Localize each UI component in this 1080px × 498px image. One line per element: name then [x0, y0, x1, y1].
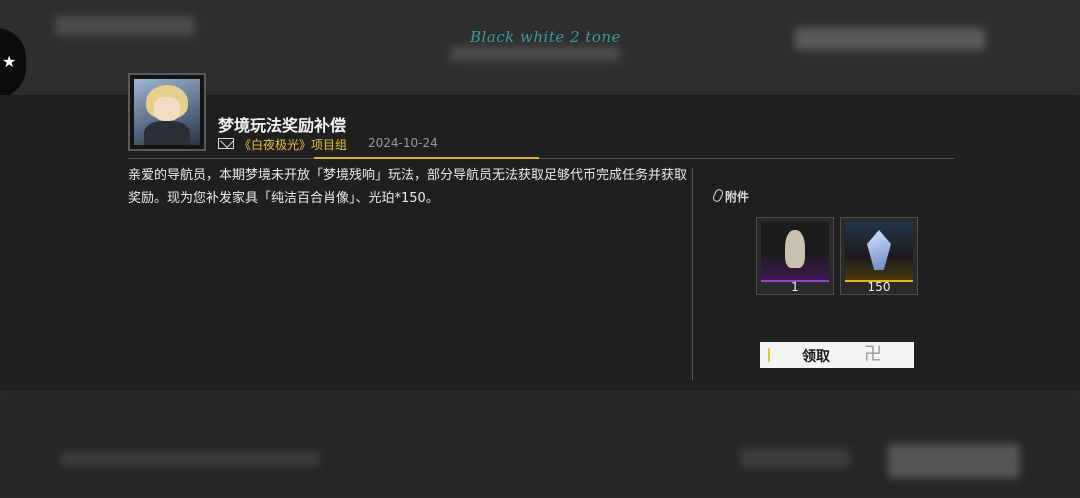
background-top-right-element [795, 28, 985, 50]
mail-icon [218, 138, 234, 149]
attachment-item-furniture[interactable]: 1 [756, 217, 834, 295]
button-decoration-icon: 卍 [864, 344, 882, 365]
background-footer-primary-button [888, 444, 1020, 478]
attachment-quantity: 150 [867, 280, 891, 294]
header-divider [128, 158, 954, 159]
paperclip-icon [711, 187, 725, 204]
background-subtitle [450, 46, 620, 62]
attachments-label: 附件 [725, 190, 750, 204]
mail-date: 2024-10-24 [368, 136, 438, 150]
claim-button[interactable]: 领取 卍 [760, 342, 914, 368]
background-header-text [55, 16, 195, 36]
furniture-item-icon [761, 222, 829, 282]
watermark-text: Black white 2 tone [470, 28, 621, 46]
sender-avatar [128, 73, 206, 151]
character-avatar-icon [134, 79, 200, 145]
attachments-header: 附件 [711, 187, 750, 205]
mail-title: 梦境玩法奖励补偿 [218, 116, 347, 135]
attachment-quantity: 1 [791, 280, 799, 294]
logo-glyph: ★ [2, 52, 17, 71]
background-footer-text [60, 452, 320, 466]
button-accent-mark [768, 348, 770, 362]
background-footer-button [740, 448, 850, 468]
attachment-item-currency[interactable]: 150 [840, 217, 918, 295]
mail-body: 亲爱的导航员，本期梦境未开放「梦境残响」玩法，部分导航员无法获取足够代币完成任务… [128, 168, 688, 206]
mail-sender: 《白夜极光》项目组 [239, 138, 348, 152]
currency-item-icon [845, 222, 913, 282]
content-separator [692, 168, 693, 380]
header-divider-accent [314, 157, 539, 159]
claim-button-label: 领取 [802, 349, 830, 365]
